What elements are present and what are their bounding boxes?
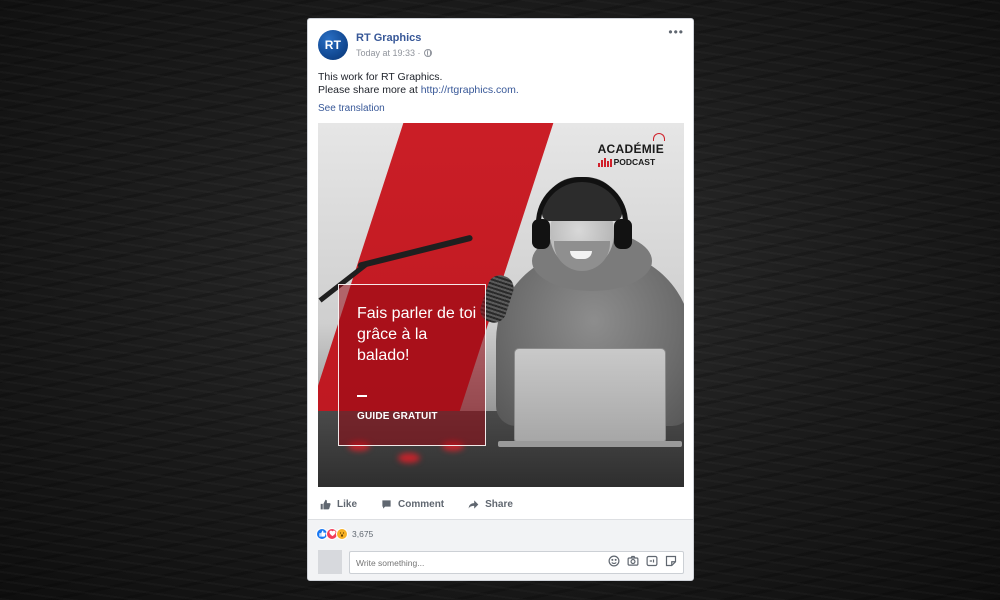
post-text-line1: This work for RT Graphics. — [318, 71, 443, 83]
guide-cta-text[interactable]: GUIDE GRATUIT — [357, 411, 438, 422]
current-user-avatar — [318, 550, 342, 574]
overlay-headline: Fais parler de toi grâce à la balado! — [357, 305, 477, 364]
post-timestamp[interactable]: Today at 19:33 · — [356, 48, 421, 58]
comment-label: Comment — [398, 498, 445, 510]
page-name-link[interactable]: RT Graphics — [356, 32, 421, 44]
brand-bottom-text: PODCAST — [597, 157, 664, 167]
sticker-icon[interactable] — [665, 555, 677, 567]
comment-bubble-icon — [382, 499, 391, 509]
facebook-post-card: RT RT Graphics Today at 19:33 · ••• This… — [307, 18, 694, 581]
post-image[interactable]: ACADÉMIE PODCAST Fais parler de toi grâc… — [318, 123, 684, 487]
laptop — [514, 348, 666, 444]
post-meta: Today at 19:33 · — [356, 48, 432, 58]
post-action-bar: Like Comment Share — [308, 491, 693, 517]
wow-icon — [336, 527, 348, 540]
website-link[interactable]: http://rtgraphics.com. — [421, 84, 519, 96]
comment-input-icons — [608, 555, 677, 567]
camera-icon[interactable] — [627, 555, 639, 567]
headphones-earcup-left — [532, 219, 550, 249]
overlay-dash — [357, 395, 367, 397]
see-translation-link[interactable]: See translation — [318, 103, 385, 114]
reaction-count[interactable]: 3,675 — [352, 529, 373, 539]
share-button[interactable]: Share — [468, 499, 513, 510]
post-text-line2: Please share more at http://rtgraphics.c… — [318, 84, 519, 97]
brand-top-text: ACADÉMIE — [597, 133, 665, 156]
comment-composer — [308, 547, 693, 580]
comment-button[interactable]: Comment — [381, 499, 444, 510]
post-text: This work for RT Graphics. Please share … — [318, 71, 519, 97]
gif-icon[interactable] — [646, 555, 658, 567]
post-text-line2-prefix: Please share more at — [318, 84, 421, 96]
more-options-icon[interactable]: ••• — [668, 25, 684, 39]
sound-bars-icon — [597, 158, 612, 167]
broadcast-wave-icon — [653, 133, 665, 141]
globe-icon — [423, 49, 432, 57]
share-arrow-icon — [468, 499, 479, 509]
academie-podcast-logo: ACADÉMIE PODCAST — [597, 133, 665, 167]
thumbs-up-icon — [320, 499, 331, 509]
page-avatar[interactable]: RT — [318, 30, 348, 60]
headphones-earcup-right — [614, 219, 632, 249]
brand-bottom-label: PODCAST — [613, 157, 656, 167]
headline-overlay-box: Fais parler de toi grâce à la balado! GU… — [338, 284, 486, 446]
red-light — [398, 453, 420, 463]
like-label: Like — [337, 498, 358, 510]
reactions-summary[interactable]: 3,675 — [308, 519, 693, 547]
laptop-base — [498, 441, 682, 447]
brand-top-label: ACADÉMIE — [597, 142, 664, 156]
share-label: Share — [485, 498, 513, 510]
emoji-icon[interactable] — [608, 555, 620, 567]
like-button[interactable]: Like — [320, 499, 357, 510]
